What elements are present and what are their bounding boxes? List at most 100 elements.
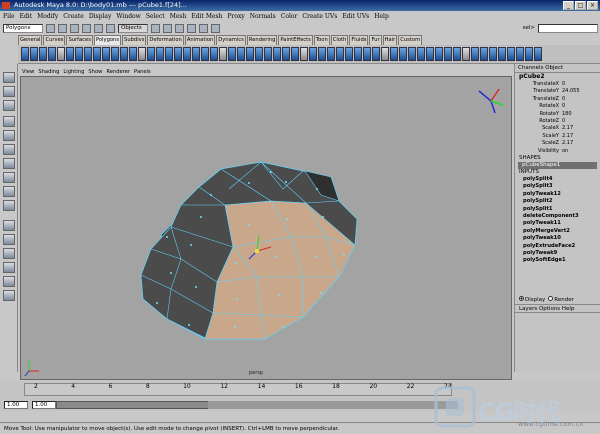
input-node-item[interactable]: polySoftEdge1 [515,257,600,264]
menu-set-selector[interactable]: Polygons [3,23,43,33]
persp-hypergraph-layout-icon[interactable] [3,290,15,301]
shelf-tool-icon[interactable] [300,47,308,61]
attribute-value[interactable]: 0 [561,81,565,88]
mesh-model[interactable] [140,161,358,340]
shelf-tool-icon[interactable] [111,47,119,61]
render-radio[interactable]: Render [548,295,574,303]
single-perspective-layout-icon[interactable] [3,220,15,231]
shelf-tool-icon[interactable] [273,47,281,61]
menu-create[interactable]: Create [63,11,84,22]
attribute-value[interactable]: 0 [561,96,565,103]
attribute-row[interactable]: ScaleY 2.17 [515,133,600,140]
display-radio[interactable]: Display [519,295,545,303]
shelf-tool-icon[interactable] [156,47,164,61]
mask-icon[interactable] [151,23,160,33]
shelf-tool-icon[interactable] [282,47,290,61]
maximize-button[interactable]: □ [575,1,586,10]
panel-menu-lighting[interactable]: Lighting [63,68,84,76]
snap-grid-icon[interactable] [163,23,172,33]
lasso-tool-icon[interactable] [3,86,15,97]
layers-menu[interactable]: Layers Options Help [515,304,600,313]
input-node-item[interactable]: polyExtrudeFace2 [515,243,600,250]
view-cube-icon[interactable] [478,88,504,114]
shelf-tool-icon[interactable] [345,47,353,61]
menu-edit-mesh[interactable]: Edit Mesh [191,11,222,22]
tab-rendering[interactable]: Rendering [246,35,278,45]
menu-color[interactable]: Color [281,11,298,22]
menu-modify[interactable]: Modify [37,11,58,22]
shelf-tool-icon[interactable] [291,47,299,61]
shelf-tool-icon[interactable] [534,47,542,61]
menu-mesh[interactable]: Mesh [170,11,187,22]
tab-general[interactable]: General [18,35,43,45]
attribute-value[interactable]: 2.17 [561,140,573,147]
object-name[interactable]: pCube2 [515,73,600,81]
range-slider-track[interactable] [208,401,458,409]
attribute-value[interactable]: 180 [561,111,572,118]
shelf-tool-icon[interactable] [84,47,92,61]
shelf-tool-icon[interactable] [21,47,29,61]
shelf-tool-icon[interactable] [93,47,101,61]
shelf-tool-icon[interactable] [201,47,209,61]
tab-animation[interactable]: Animation [184,35,216,45]
shelf-tool-icon[interactable] [498,47,506,61]
shelf-tool-icon[interactable] [219,47,227,61]
tab-deformation[interactable]: Deformation [147,35,184,45]
input-node-item[interactable]: polyMergeVert2 [515,228,600,235]
perspective-viewport[interactable]: persp [20,76,512,380]
shelf-tool-icon[interactable] [372,47,380,61]
shelf-tool-icon[interactable] [237,47,245,61]
shelf-tool-icon[interactable] [381,47,389,61]
attribute-value[interactable]: 0 [561,103,565,110]
attribute-row[interactable]: TranslateY 24.055 [515,88,600,95]
shelf-tool-icon[interactable] [336,47,344,61]
menu-select[interactable]: Select [146,11,165,22]
tab-curves[interactable]: Curves [43,35,66,45]
shelf-tool-icon[interactable] [255,47,263,61]
input-node-item[interactable]: polySplit4 [515,176,600,183]
shelf-tool-icon[interactable] [210,47,218,61]
render-icon[interactable] [199,23,208,33]
playback-start-field[interactable]: 1.00 [32,401,56,409]
tab-painteffects[interactable]: PaintEffects [278,35,313,45]
four-view-layout-icon[interactable] [3,234,15,245]
input-node-item[interactable]: deleteComponent3 [515,213,600,220]
last-tool-icon[interactable] [3,200,15,211]
ipr-render-icon[interactable] [211,23,220,33]
shelf-tool-icon[interactable] [120,47,128,61]
menu-create-uvs[interactable]: Create UVs [302,11,337,22]
shelf-tool-icon[interactable] [417,47,425,61]
tab-polygons[interactable]: Polygons [93,35,122,45]
menu-edit-uvs[interactable]: Edit UVs [342,11,369,22]
shelf-tool-icon[interactable] [66,47,74,61]
shelf-tool-icon[interactable] [309,47,317,61]
manipulator-tool-icon[interactable] [3,158,15,169]
attribute-value[interactable]: 2.17 [561,133,573,140]
attribute-row[interactable]: TranslateX 0 [515,81,600,88]
shelf-tool-icon[interactable] [75,47,83,61]
attribute-row[interactable]: RotateX 0 [515,103,600,110]
shelf-tool-icon[interactable] [39,47,47,61]
shelf-tool-icon[interactable] [471,47,479,61]
menu-edit[interactable]: Edit [20,11,33,22]
attribute-row[interactable]: TranslateZ 0 [515,96,600,103]
attribute-value[interactable]: 24.055 [561,88,580,95]
shelf-tool-icon[interactable] [435,47,443,61]
tab-dynamics[interactable]: Dynamics [216,35,246,45]
input-node-item[interactable]: polySplit1 [515,206,600,213]
shelf-tool-icon[interactable] [318,47,326,61]
shelf-tool-icon[interactable] [30,47,38,61]
shelf-tool-icon[interactable] [165,47,173,61]
viewport-canvas[interactable] [21,77,512,380]
attribute-row[interactable]: Visibility on [515,148,600,155]
shelf-tool-icon[interactable] [390,47,398,61]
tab-custom[interactable]: Custom [398,35,423,45]
rotate-tool-icon[interactable] [3,130,15,141]
shelf-tool-icon[interactable] [462,47,470,61]
shelf-tool-icon[interactable] [480,47,488,61]
menu-file[interactable]: File [3,11,15,22]
persp-outliner-layout-icon[interactable] [3,248,15,259]
persp-graph-layout-icon[interactable] [3,262,15,273]
select-tool-icon[interactable] [3,72,15,83]
shelf-tool-icon[interactable] [183,47,191,61]
